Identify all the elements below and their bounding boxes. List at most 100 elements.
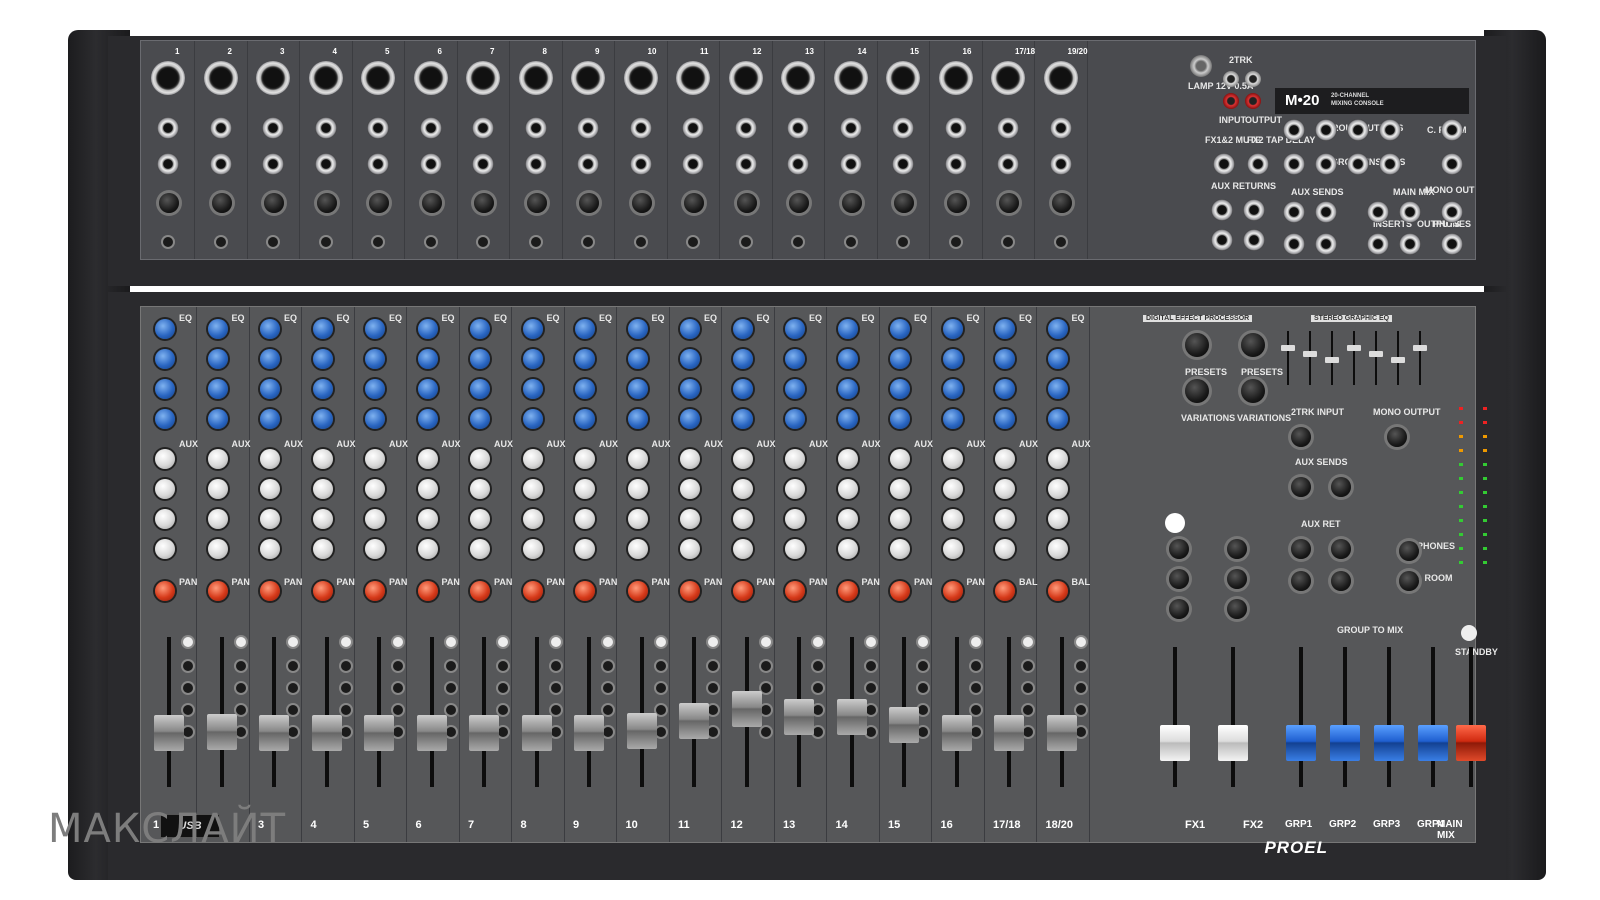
eq-knob-17-4[interactable] <box>995 409 1015 429</box>
mute-button-1[interactable] <box>183 637 193 647</box>
eq-knob-13-4[interactable] <box>785 409 805 429</box>
eq-knob-10-4[interactable] <box>627 409 648 429</box>
pan-knob-2[interactable] <box>207 581 228 601</box>
aux-knob-2-3[interactable] <box>207 509 228 529</box>
twotrk-output-left-rca[interactable] <box>1245 71 1261 87</box>
fx1-to-aux2-knob[interactable] <box>1169 569 1189 589</box>
fx-fader-2[interactable] <box>1218 725 1248 761</box>
eq-knob-18-3[interactable] <box>1047 379 1068 399</box>
line-input-jack-1[interactable] <box>157 117 179 139</box>
output-jack-8[interactable] <box>1379 153 1401 175</box>
channel-fader-5[interactable] <box>364 715 394 751</box>
routing-button-4-2[interactable] <box>340 683 351 693</box>
channel-fader-14[interactable] <box>836 699 867 736</box>
mic-input-xlr-17[interactable] <box>991 61 1025 95</box>
eq-knob-6-4[interactable] <box>417 409 438 429</box>
routing-button-15-1[interactable] <box>918 661 928 671</box>
fx-mute-footswitch-jack[interactable] <box>1213 153 1235 175</box>
routing-button-4-3[interactable] <box>340 705 351 715</box>
line-input-jack-6[interactable] <box>419 117 442 139</box>
routing-button-18-1[interactable] <box>1075 661 1086 671</box>
channel-fader-15[interactable] <box>889 706 919 743</box>
mic-input-xlr-18[interactable] <box>1043 61 1078 95</box>
aux-knob-15-1[interactable] <box>890 449 910 469</box>
aux-return-2r-jack[interactable] <box>1243 229 1265 251</box>
aux-knob-13-1[interactable] <box>785 449 805 469</box>
routing-button-1-2[interactable] <box>183 683 193 693</box>
channel-fader-13[interactable] <box>784 699 814 736</box>
aux-knob-1-1[interactable] <box>155 449 175 469</box>
channel-fader-1[interactable] <box>154 715 184 751</box>
routing-button-16-4[interactable] <box>970 727 981 737</box>
eq-knob-4-3[interactable] <box>312 379 333 399</box>
routing-button-15-3[interactable] <box>918 705 928 715</box>
lo-cut-button-5[interactable] <box>373 237 383 247</box>
gain-knob-12[interactable] <box>736 193 757 213</box>
gain-knob-9[interactable] <box>579 193 599 213</box>
routing-button-2-1[interactable] <box>235 661 246 671</box>
eq-knob-14-4[interactable] <box>837 409 858 429</box>
routing-button-4-1[interactable] <box>340 661 351 671</box>
eq-knob-15-3[interactable] <box>890 379 910 399</box>
insert-jack-13[interactable] <box>787 153 809 175</box>
eq-knob-8-3[interactable] <box>522 379 543 399</box>
mic-input-xlr-7[interactable] <box>466 61 500 95</box>
aux-knob-3-1[interactable] <box>260 449 280 469</box>
insert-jack-3[interactable] <box>262 153 284 175</box>
insert-jack-10[interactable] <box>629 153 652 175</box>
routing-button-12-3[interactable] <box>760 705 771 715</box>
mic-input-xlr-10[interactable] <box>623 61 658 95</box>
eq-knob-12-2[interactable] <box>732 349 753 369</box>
aux-knob-16-4[interactable] <box>942 539 963 559</box>
aux-knob-18-4[interactable] <box>1047 539 1068 559</box>
gain-knob-3[interactable] <box>264 193 284 213</box>
aux-knob-9-3[interactable] <box>575 509 595 529</box>
aux-return-1-knob[interactable] <box>1291 539 1311 559</box>
eq-knob-10-1[interactable] <box>627 319 648 339</box>
eq-knob-17-3[interactable] <box>995 379 1015 399</box>
routing-button-5-3[interactable] <box>393 705 403 715</box>
insert-jack-16[interactable] <box>944 153 967 175</box>
lo-cut-button-1[interactable] <box>163 237 173 247</box>
routing-button-7-1[interactable] <box>498 661 508 671</box>
output-jack-14[interactable] <box>1315 233 1337 255</box>
gain-knob-13[interactable] <box>789 193 809 213</box>
mic-input-xlr-1[interactable] <box>151 61 185 95</box>
channel-fader-10[interactable] <box>626 712 657 749</box>
eq-knob-15-2[interactable] <box>890 349 910 369</box>
aux-knob-9-4[interactable] <box>575 539 595 559</box>
aux-knob-17-2[interactable] <box>995 479 1015 499</box>
aux-knob-1-4[interactable] <box>155 539 175 559</box>
line-input-jack-4[interactable] <box>314 117 337 139</box>
group-fader-3[interactable] <box>1374 725 1404 761</box>
aux-knob-14-3[interactable] <box>837 509 858 529</box>
insert-jack-1[interactable] <box>157 153 179 175</box>
routing-button-13-2[interactable] <box>813 683 823 693</box>
aux-knob-13-4[interactable] <box>785 539 805 559</box>
lo-cut-button-14[interactable] <box>845 237 856 247</box>
eq-knob-7-3[interactable] <box>470 379 490 399</box>
fx2-tap-footswitch-jack[interactable] <box>1247 153 1269 175</box>
eq-knob-12-4[interactable] <box>732 409 753 429</box>
routing-button-4-4[interactable] <box>340 727 351 737</box>
pan-knob-16[interactable] <box>942 581 963 601</box>
fx1-variation-knob[interactable] <box>1185 379 1209 403</box>
eq-knob-13-3[interactable] <box>785 379 805 399</box>
routing-button-5-2[interactable] <box>393 683 403 693</box>
eq-knob-10-3[interactable] <box>627 379 648 399</box>
aux-knob-12-1[interactable] <box>732 449 753 469</box>
insert-jack-5[interactable] <box>367 153 389 175</box>
routing-button-16-2[interactable] <box>970 683 981 693</box>
eq-knob-14-2[interactable] <box>837 349 858 369</box>
aux-knob-17-3[interactable] <box>995 509 1015 529</box>
line-input-jack-14[interactable] <box>839 117 862 139</box>
lo-cut-button-12[interactable] <box>740 237 751 247</box>
line-input-jack-12[interactable] <box>734 117 757 139</box>
gain-knob-15[interactable] <box>894 193 914 213</box>
routing-button-17-1[interactable] <box>1023 661 1033 671</box>
eq-knob-15-1[interactable] <box>890 319 910 339</box>
mute-button-14[interactable] <box>865 637 876 647</box>
mic-input-xlr-13[interactable] <box>781 61 815 95</box>
aux-knob-5-4[interactable] <box>365 539 385 559</box>
pan-knob-11[interactable] <box>680 581 700 601</box>
